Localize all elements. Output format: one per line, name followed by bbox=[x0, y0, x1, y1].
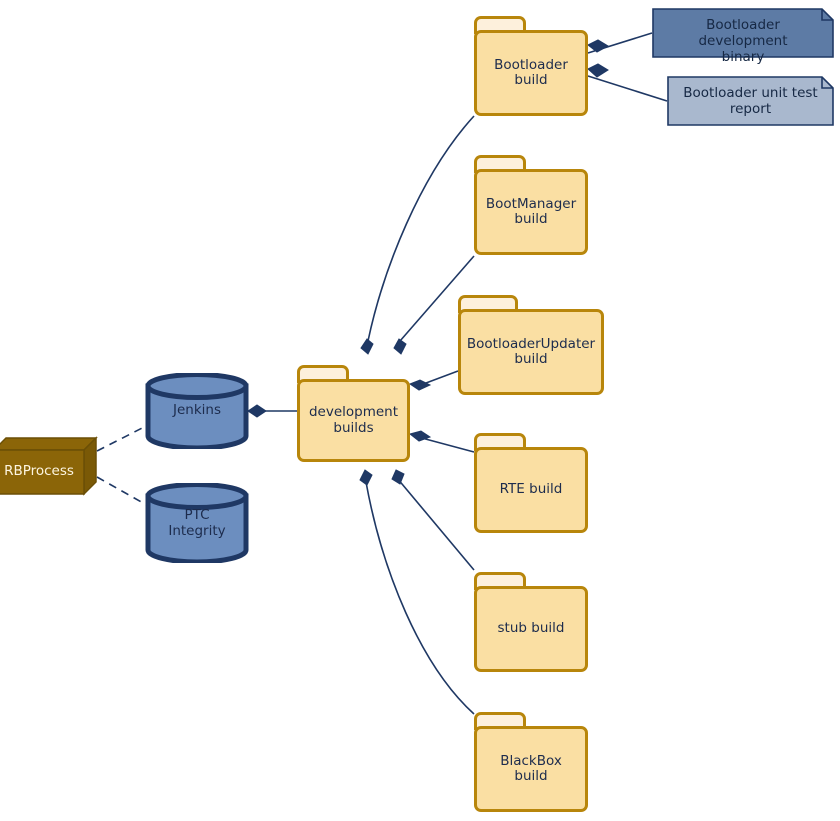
folder-stub-build-body: stub build bbox=[474, 586, 588, 672]
edge-rbprocess-jenkins bbox=[96, 422, 153, 452]
composition-diamond-jenkins bbox=[247, 404, 267, 418]
composition-diamond-blackbox-build bbox=[359, 469, 373, 486]
folder-bootmanager-build-label: BootManager build bbox=[485, 195, 577, 227]
edge-bootloader-build-dev-binary bbox=[587, 32, 653, 54]
edge-devbuilds-stub-build bbox=[396, 477, 475, 571]
artifact-bootloader-unit-test-report[interactable]: Bootloader unit test report bbox=[667, 76, 834, 126]
folder-bootmanager-build-body: BootManager build bbox=[474, 169, 588, 255]
database-jenkins-label: Jenkins bbox=[172, 402, 221, 418]
composition-diamond-rte-build bbox=[408, 430, 432, 442]
composition-diamond-bootmanager-build bbox=[393, 338, 407, 355]
folder-bootmanager-build[interactable]: BootManager build bbox=[474, 155, 588, 255]
folder-blackbox-build-body: BlackBox build bbox=[474, 726, 588, 812]
folder-bootloaderupdater-build[interactable]: BootloaderUpdater build bbox=[458, 295, 604, 395]
folder-development-builds[interactable]: development builds bbox=[297, 365, 410, 462]
composition-diamond-bootloaderupdater-build bbox=[408, 379, 432, 391]
composition-diamond-unit-test-report bbox=[587, 63, 609, 78]
edge-devbuilds-blackbox-build bbox=[365, 481, 475, 715]
folder-stub-build-label: stub build bbox=[497, 620, 565, 637]
node-rbprocess[interactable]: RBProcess bbox=[0, 436, 102, 498]
folder-bootloader-build[interactable]: Bootloader build bbox=[474, 16, 588, 116]
folder-bootloaderupdater-build-label: BootloaderUpdater build bbox=[466, 335, 596, 367]
composition-diamond-stub-build bbox=[391, 469, 405, 485]
folder-rte-build[interactable]: RTE build bbox=[474, 433, 588, 533]
composition-diamond-dev-binary bbox=[587, 39, 610, 53]
database-ptc-integrity[interactable]: PTC Integrity bbox=[145, 483, 249, 563]
folder-bootloader-build-label: Bootloader build bbox=[494, 56, 568, 88]
artifact-bootloader-development-binary-label: Bootloader development binary bbox=[698, 17, 788, 65]
folder-stub-build[interactable]: stub build bbox=[474, 572, 588, 672]
folder-development-builds-label: development builds bbox=[308, 404, 399, 436]
deployment-diagram-canvas: RBProcess Jenkins PTC Integrity developm… bbox=[0, 0, 840, 821]
folder-rte-build-body: RTE build bbox=[474, 447, 588, 533]
database-jenkins[interactable]: Jenkins bbox=[145, 373, 249, 449]
edge-bootloader-build-unit-test-report bbox=[587, 75, 668, 102]
folder-development-builds-body: development builds bbox=[297, 379, 410, 462]
edge-devbuilds-rte-build bbox=[417, 436, 475, 453]
artifact-bootloader-development-binary[interactable]: Bootloader development binary bbox=[652, 8, 834, 65]
database-ptc-integrity-label: PTC Integrity bbox=[168, 507, 226, 539]
folder-bootloader-build-body: Bootloader build bbox=[474, 30, 588, 116]
artifact-bootloader-unit-test-report-label: Bootloader unit test report bbox=[683, 85, 818, 117]
folder-blackbox-build-label: BlackBox build bbox=[500, 752, 562, 784]
folder-bootloaderupdater-build-body: BootloaderUpdater build bbox=[458, 309, 604, 395]
folder-rte-build-label: RTE build bbox=[499, 481, 563, 498]
folder-blackbox-build[interactable]: BlackBox build bbox=[474, 712, 588, 812]
edge-devbuilds-bootloaderupdater-build bbox=[417, 370, 459, 387]
composition-diamond-bootloader-build bbox=[360, 338, 374, 355]
edge-rbprocess-ptc-integrity bbox=[96, 476, 153, 509]
node-rbprocess-label: RBProcess bbox=[4, 463, 74, 479]
